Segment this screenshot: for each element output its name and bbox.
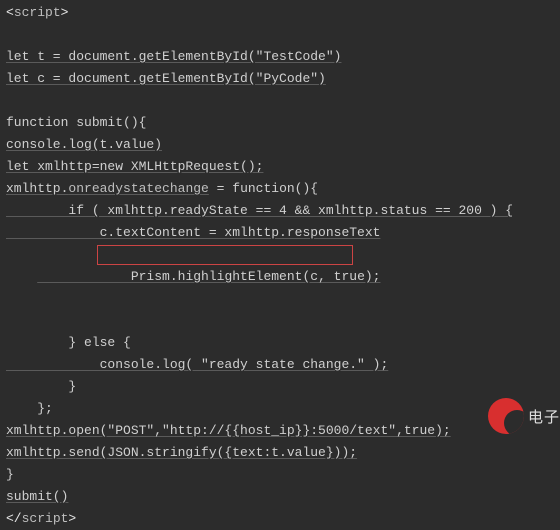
angle-bracket: > (61, 5, 69, 20)
code-line[interactable]: } (6, 376, 560, 398)
code-text: let c = document.getElementById("PyCode"… (6, 71, 326, 86)
watermark-text: 电子 (528, 406, 560, 427)
code-line[interactable]: c.textContent = xmlhttp.responseText (6, 222, 560, 244)
code-text: console.log( "ready state change." ); (6, 357, 388, 372)
angle-bracket: > (68, 511, 76, 526)
code-text: onreadystatechange (68, 181, 208, 196)
code-line[interactable]: xmlhttp.open("POST","http://{{host_ip}}:… (6, 420, 560, 442)
code-text: xmlhttp.open("POST","http://{{host_ip}}:… (6, 423, 451, 438)
code-editor[interactable]: <script> let t = document.getElementById… (0, 0, 560, 530)
code-line[interactable]: xmlhttp.onreadystatechange = function(){ (6, 178, 560, 200)
code-line[interactable]: submit() (6, 486, 560, 508)
code-text: let xmlhttp=new XMLHttpRequest(); (6, 159, 263, 174)
red-swirl-logo-icon (488, 398, 524, 434)
code-line[interactable]: let t = document.getElementById("TestCod… (6, 46, 560, 68)
code-text: if ( xmlhttp.readyState == 4 && xmlhttp.… (6, 203, 513, 218)
html-tag-name: script (14, 5, 61, 20)
code-text: submit() (6, 489, 68, 504)
code-line[interactable]: <script> (6, 2, 560, 24)
code-line[interactable]: if ( xmlhttp.readyState == 4 && xmlhttp.… (6, 200, 560, 222)
code-line[interactable]: } else { (6, 332, 560, 354)
code-text: } else { (6, 335, 131, 350)
code-text: let t = document.getElementById("TestCod… (6, 49, 341, 64)
code-text: xmlhttp. (6, 181, 68, 196)
angle-bracket: </ (6, 511, 22, 526)
highlight-box (97, 245, 353, 265)
watermark: 电子 (488, 398, 560, 434)
code-text: } (6, 379, 76, 394)
angle-bracket: < (6, 5, 14, 20)
code-line[interactable]: } (6, 464, 560, 486)
code-text: Prism.highlightElement(c, true); (37, 269, 380, 284)
code-line[interactable] (6, 90, 560, 112)
html-tag-name: script (22, 511, 69, 526)
code-text: = function(){ (209, 181, 318, 196)
code-line[interactable]: console.log( "ready state change." ); (6, 354, 560, 376)
code-text: } (6, 467, 14, 482)
code-line[interactable]: function submit(){ (6, 112, 560, 134)
code-text: }; (6, 401, 53, 416)
code-text: console.log(t.value) (6, 137, 162, 152)
code-line[interactable]: let c = document.getElementById("PyCode"… (6, 68, 560, 90)
code-line[interactable]: xmlhttp.send(JSON.stringify({text:t.valu… (6, 442, 560, 464)
code-text: xmlhttp.send(JSON.stringify({text:t.valu… (6, 445, 357, 460)
code-line[interactable]: let xmlhttp=new XMLHttpRequest(); (6, 156, 560, 178)
code-text: c.textContent = xmlhttp.responseText (6, 225, 380, 240)
code-line-highlighted[interactable]: Prism.highlightElement(c, true); (6, 244, 560, 332)
code-line[interactable] (6, 24, 560, 46)
code-line[interactable]: console.log(t.value) (6, 134, 560, 156)
code-line[interactable]: }; (6, 398, 560, 420)
code-text: function submit(){ (6, 115, 146, 130)
code-line[interactable]: </script> (6, 508, 560, 530)
